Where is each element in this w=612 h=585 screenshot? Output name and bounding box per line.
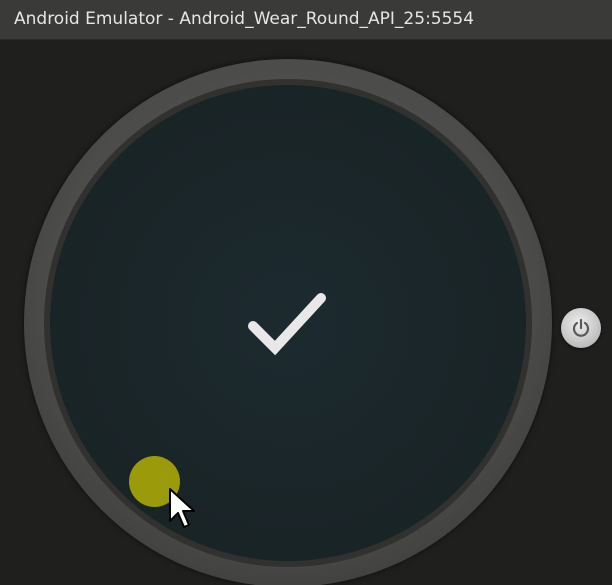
mouse-cursor-icon xyxy=(169,488,195,528)
power-icon xyxy=(572,318,590,337)
title-bar[interactable]: Android Emulator - Android_Wear_Round_AP… xyxy=(0,0,612,40)
emulator-window: Android Emulator - Android_Wear_Round_AP… xyxy=(0,0,612,585)
checkmark-icon xyxy=(248,293,326,356)
power-button[interactable] xyxy=(561,308,601,348)
window-title: Android Emulator - Android_Wear_Round_AP… xyxy=(14,9,475,29)
